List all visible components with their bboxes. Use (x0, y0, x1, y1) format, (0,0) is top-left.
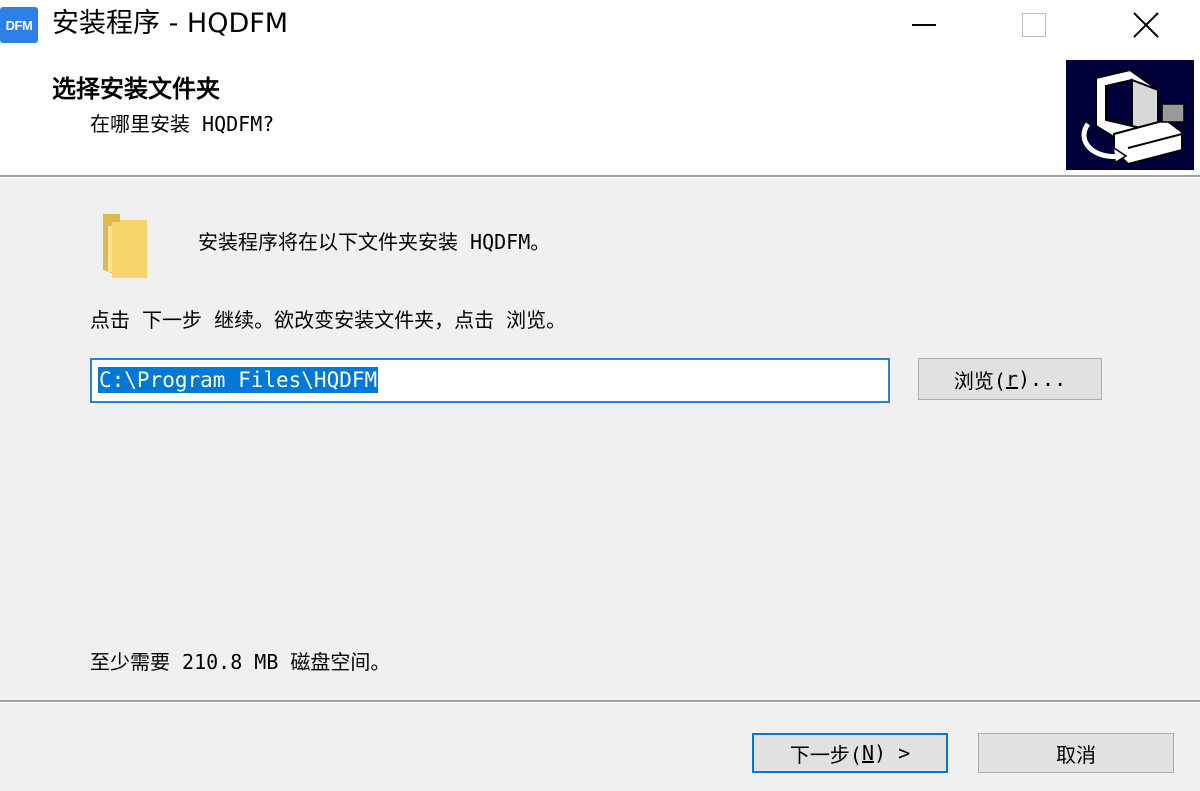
next-label-suffix: ) > (873, 741, 911, 765)
footer-separator (0, 700, 1200, 703)
maximize-button[interactable] (994, 0, 1074, 50)
space-requirement: 至少需要 210.8 MB 磁盘空间。 (90, 650, 391, 674)
browse-label-prefix: 浏览( (953, 368, 1006, 393)
folder-icon (103, 214, 147, 278)
install-path-value: C:\Program Files\HQDFM (98, 367, 379, 393)
page-subtitle: 在哪里安装 HQDFM? (90, 112, 275, 136)
browse-accelerator: r (1005, 367, 1018, 391)
browse-label-suffix: )... (1017, 367, 1067, 391)
cancel-button[interactable]: 取消 (978, 733, 1174, 773)
next-label-prefix: 下一步( (789, 742, 862, 767)
install-path-input[interactable]: C:\Program Files\HQDFM (90, 358, 890, 403)
maximize-icon (1022, 13, 1046, 37)
close-button[interactable] (1106, 0, 1186, 50)
wizard-image (1066, 60, 1194, 170)
minimize-icon (912, 24, 936, 26)
instruction-text: 点击 下一步 继续。欲改变安装文件夹，点击 浏览。 (90, 308, 567, 332)
header-separator (0, 175, 1200, 178)
page-title: 选择安装文件夹 (52, 75, 220, 103)
app-icon: DFM (0, 7, 38, 43)
window-title: 安装程序 - HQDFM (52, 8, 289, 39)
next-button[interactable]: 下一步(N) > (752, 733, 948, 773)
next-accelerator: N (861, 741, 874, 765)
cancel-label: 取消 (1056, 742, 1096, 767)
minimize-button[interactable] (884, 0, 964, 50)
close-icon (1133, 12, 1159, 38)
browse-button[interactable]: 浏览(r)... (918, 358, 1102, 400)
intro-text: 安装程序将在以下文件夹安装 HQDFM。 (198, 230, 551, 254)
computer-install-icon (1081, 68, 1185, 166)
title-bar[interactable]: DFM 安装程序 - HQDFM (0, 0, 1200, 50)
wizard-header: 选择安装文件夹 在哪里安装 HQDFM? (0, 50, 1200, 176)
